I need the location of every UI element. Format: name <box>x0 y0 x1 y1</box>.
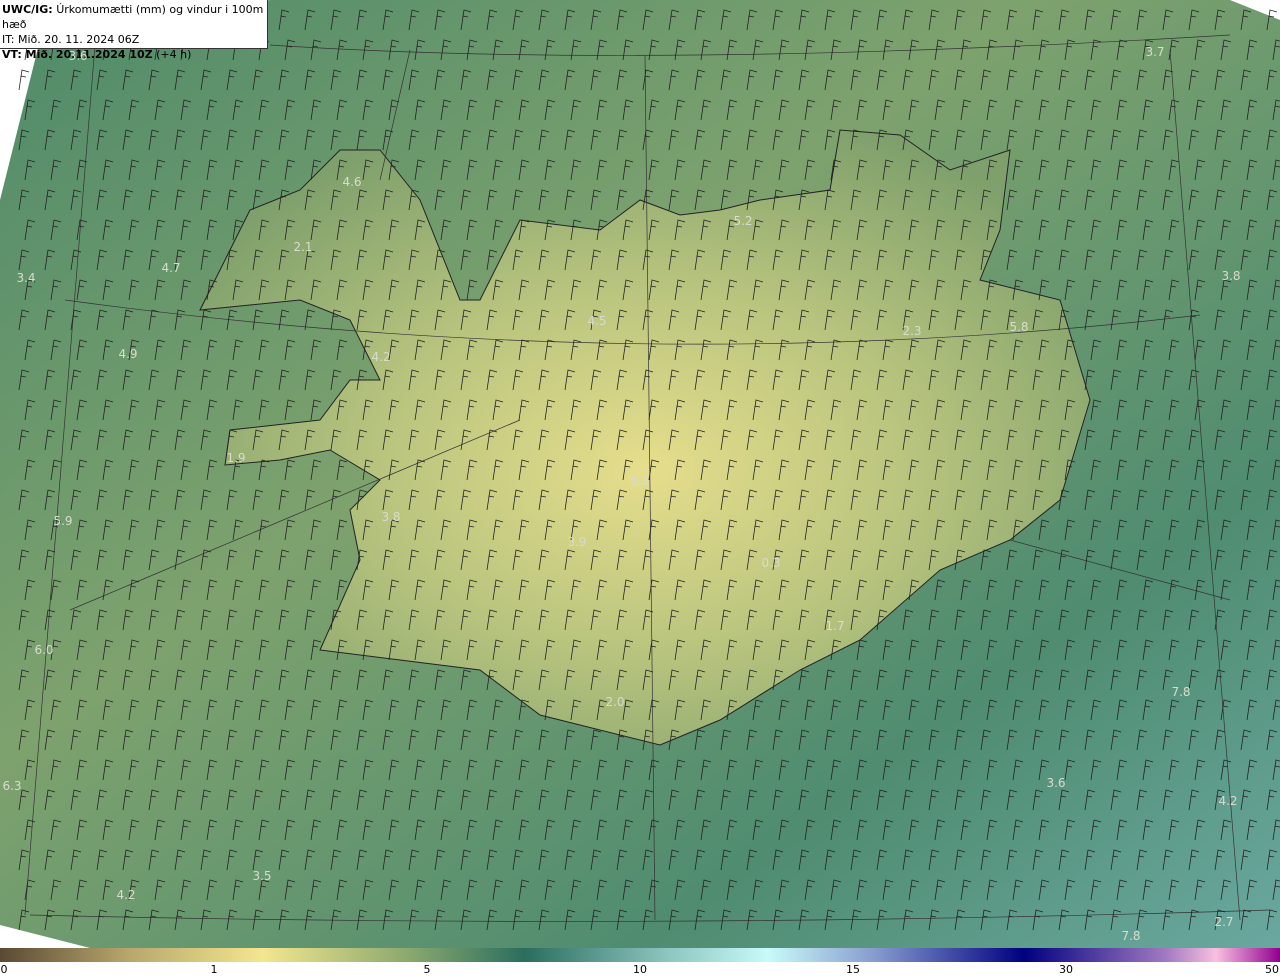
value-label: 1.9 <box>226 451 246 465</box>
value-label: 3.6 <box>1046 776 1066 790</box>
value-label: 1.7 <box>825 619 845 633</box>
value-label: 0.3 <box>761 556 781 570</box>
colorbar-tick: 30 <box>1059 963 1073 976</box>
value-label: 4.6 <box>342 175 362 189</box>
value-label: 4.2 <box>371 350 391 364</box>
value-label: 4.9 <box>118 347 138 361</box>
value-label: 7.8 <box>1171 685 1191 699</box>
colorbar-tick: 1 <box>210 963 218 976</box>
value-label: 2.7 <box>1214 915 1234 929</box>
initial-time: IT: Mið. 20. 11. 2024 06Z <box>2 33 140 46</box>
colorbar-tick: 5 <box>423 963 431 976</box>
colorbar-tick: 10 <box>633 963 647 976</box>
value-label: 3.7 <box>1145 45 1165 59</box>
value-label: 3.6 <box>68 49 88 63</box>
value-label: 5.9 <box>53 514 73 528</box>
value-label: 3.4 <box>16 271 36 285</box>
value-label: 3.5 <box>252 869 272 883</box>
value-label: 2.3 <box>902 324 922 338</box>
value-label: 2.1 <box>293 240 313 254</box>
model-name: UWC/IG: <box>2 3 53 16</box>
value-label: 2.0 <box>605 695 625 709</box>
colorbar-tick: 0 <box>0 963 8 976</box>
value-label: 3.8 <box>381 510 401 524</box>
value-label: 4.2 <box>1218 794 1238 808</box>
colorbar <box>0 948 1280 962</box>
value-label: 6.0 <box>34 643 54 657</box>
value-label: 5.2 <box>733 214 753 228</box>
value-label: 3.9 <box>567 535 587 549</box>
value-label: 4.5 <box>587 314 607 328</box>
value-label: 4.2 <box>116 888 136 902</box>
value-label: 0.8 <box>630 474 650 488</box>
value-label: 5.8 <box>1009 320 1029 334</box>
colorbar-tick: 15 <box>846 963 860 976</box>
map-title-box: UWC/IG: Úrkomumætti (mm) og vindur i 100… <box>0 0 268 61</box>
value-label: 4.7 <box>161 261 181 275</box>
forecast-offset: (+4 h) <box>156 48 192 61</box>
value-label: 3.8 <box>1221 269 1241 283</box>
colorbar-tick: 50 <box>1265 963 1279 976</box>
value-label: 7.8 <box>1121 929 1141 943</box>
value-label: 6.3 <box>2 779 22 793</box>
